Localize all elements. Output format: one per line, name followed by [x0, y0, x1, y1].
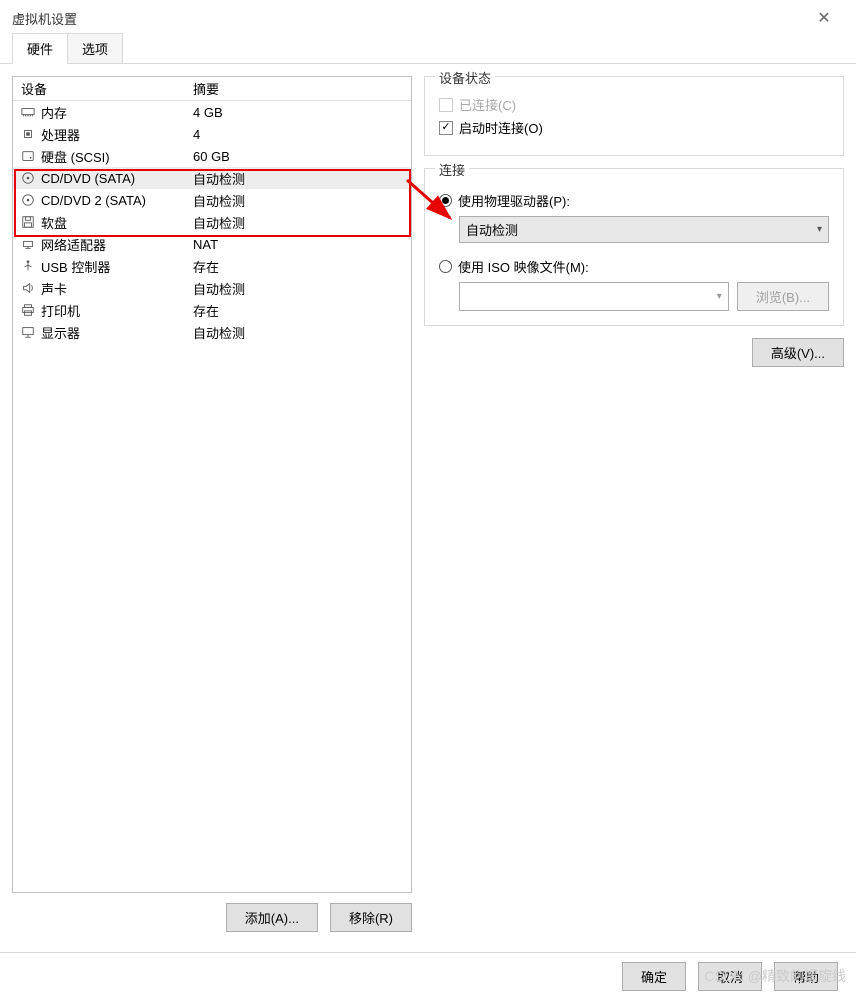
- device-summary: 4 GB: [193, 105, 411, 120]
- advanced-button[interactable]: 高级(V)...: [752, 338, 844, 367]
- device-name: 显示器: [41, 323, 80, 342]
- cpu-icon: [21, 127, 35, 141]
- window-title: 虚拟机设置: [12, 9, 804, 28]
- connect-poweron-label: 启动时连接(O): [459, 118, 543, 137]
- use-physical-label: 使用物理驱动器(P):: [458, 191, 570, 210]
- device-summary: 自动检测: [193, 213, 411, 232]
- device-row[interactable]: USB 控制器 存在: [13, 255, 411, 277]
- floppy-icon: [21, 215, 35, 229]
- bottom-bar: 确定 取消 帮助: [0, 952, 856, 1000]
- header-summary: 摘要: [193, 79, 411, 98]
- display-icon: [21, 325, 35, 339]
- connect-poweron-checkbox[interactable]: [439, 121, 453, 135]
- content-area: 设备 摘要 内存 4 GB 处理器 4 硬盘 (SCSI) 60 GB CD/DVD (SA…: [0, 64, 856, 944]
- connection-group: 连接 使用物理驱动器(P): 自动检测 ▾ 使用 ISO 映像文件(M): ▾ …: [424, 168, 844, 326]
- right-panel: 设备状态 已连接(C) 启动时连接(O) 连接 使用物理驱动器(P): 自动检测…: [424, 76, 844, 932]
- device-name: CD/DVD 2 (SATA): [41, 193, 146, 208]
- disk-icon: [21, 149, 35, 163]
- iso-path-input[interactable]: ▾: [459, 282, 729, 311]
- device-row[interactable]: 处理器 4: [13, 123, 411, 145]
- header-device: 设备: [13, 79, 193, 98]
- device-name: 硬盘 (SCSI): [41, 147, 110, 166]
- chevron-down-icon: ▾: [717, 291, 722, 302]
- remove-button[interactable]: 移除(R): [330, 903, 412, 932]
- device-row[interactable]: 网络适配器 NAT: [13, 233, 411, 255]
- chevron-down-icon: ▾: [817, 224, 822, 235]
- titlebar: 虚拟机设置 ✕: [0, 0, 856, 36]
- device-list-buttons: 添加(A)... 移除(R): [12, 893, 412, 932]
- device-summary: 自动检测: [193, 323, 411, 342]
- use-iso-label: 使用 ISO 映像文件(M):: [458, 257, 589, 276]
- close-icon[interactable]: ✕: [804, 8, 844, 28]
- network-icon: [21, 237, 35, 251]
- cancel-button[interactable]: 取消: [698, 962, 762, 991]
- connected-label: 已连接(C): [459, 95, 516, 114]
- device-row[interactable]: CD/DVD (SATA) 自动检测: [13, 167, 411, 189]
- device-name: 声卡: [41, 279, 67, 298]
- device-name: USB 控制器: [41, 257, 110, 276]
- printer-icon: [21, 303, 35, 317]
- device-name: CD/DVD (SATA): [41, 171, 135, 186]
- ok-button[interactable]: 确定: [622, 962, 686, 991]
- tab-strip: 硬件 选项: [0, 36, 856, 64]
- left-panel: 设备 摘要 内存 4 GB 处理器 4 硬盘 (SCSI) 60 GB CD/DVD (SA…: [12, 76, 412, 932]
- device-name: 网络适配器: [41, 235, 106, 254]
- device-summary: 4: [193, 127, 411, 142]
- device-status-group: 设备状态 已连接(C) 启动时连接(O): [424, 76, 844, 156]
- physical-drive-value: 自动检测: [466, 220, 518, 239]
- device-row[interactable]: 显示器 自动检测: [13, 321, 411, 343]
- help-button[interactable]: 帮助: [774, 962, 838, 991]
- connection-title: 连接: [435, 160, 469, 179]
- sound-icon: [21, 281, 35, 295]
- connected-checkbox: [439, 98, 453, 112]
- device-summary: 自动检测: [193, 169, 411, 188]
- device-summary: 自动检测: [193, 191, 411, 210]
- use-iso-radio[interactable]: [439, 260, 452, 273]
- device-name: 软盘: [41, 213, 67, 232]
- use-physical-radio[interactable]: [439, 194, 452, 207]
- device-summary: 存在: [193, 257, 411, 276]
- device-status-title: 设备状态: [435, 68, 495, 87]
- tab-hardware[interactable]: 硬件: [12, 33, 68, 64]
- physical-drive-select[interactable]: 自动检测 ▾: [459, 216, 829, 243]
- device-summary: 60 GB: [193, 149, 411, 164]
- device-row[interactable]: 打印机 存在: [13, 299, 411, 321]
- memory-icon: [21, 105, 35, 119]
- usb-icon: [21, 259, 35, 273]
- device-summary: NAT: [193, 237, 411, 252]
- device-name: 打印机: [41, 301, 80, 320]
- device-row[interactable]: 软盘 自动检测: [13, 211, 411, 233]
- device-row[interactable]: 硬盘 (SCSI) 60 GB: [13, 145, 411, 167]
- device-row[interactable]: CD/DVD 2 (SATA) 自动检测: [13, 189, 411, 211]
- device-list-header: 设备 摘要: [13, 77, 411, 101]
- device-name: 内存: [41, 103, 67, 122]
- device-summary: 自动检测: [193, 279, 411, 298]
- device-row[interactable]: 内存 4 GB: [13, 101, 411, 123]
- add-button[interactable]: 添加(A)...: [226, 903, 318, 932]
- cd-icon: [21, 193, 35, 207]
- device-name: 处理器: [41, 125, 80, 144]
- device-summary: 存在: [193, 301, 411, 320]
- browse-button[interactable]: 浏览(B)...: [737, 282, 829, 311]
- device-row[interactable]: 声卡 自动检测: [13, 277, 411, 299]
- device-list: 设备 摘要 内存 4 GB 处理器 4 硬盘 (SCSI) 60 GB CD/DVD (SA…: [12, 76, 412, 893]
- cd-icon: [21, 171, 35, 185]
- tab-options[interactable]: 选项: [67, 33, 123, 63]
